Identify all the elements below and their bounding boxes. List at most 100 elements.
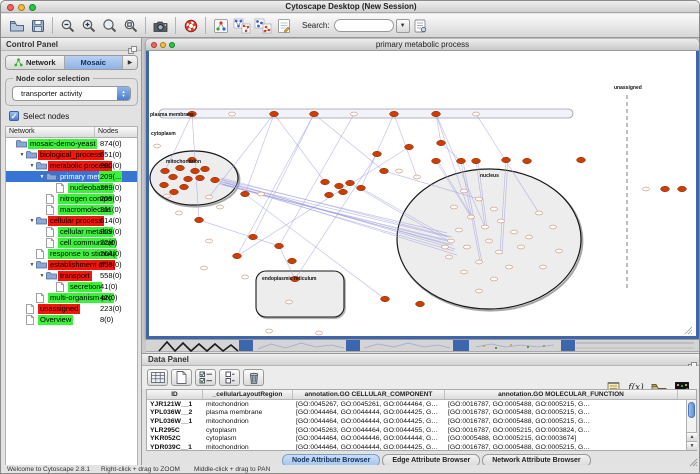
graph-node[interactable]	[678, 186, 687, 191]
graph-node-unselected[interactable]	[498, 219, 505, 223]
background-windows[interactable]	[146, 339, 699, 354]
graph-node[interactable]	[191, 168, 200, 173]
graph-node[interactable]	[373, 151, 382, 156]
table-row[interactable]: YKR052Ccytoplasm[GO:0044464, GO:0044446,…	[147, 434, 696, 443]
select-attributes-button[interactable]	[195, 369, 216, 386]
scroll-down-button[interactable]: ▼	[687, 441, 697, 450]
table-scrollbar[interactable]: ▲ ▼	[686, 400, 696, 450]
attribute-matrix-button[interactable]	[147, 369, 168, 386]
table-row[interactable]: YPL036W__1mitochondrion[GO:0044464, GO:0…	[147, 417, 696, 426]
graph-node-unselected[interactable]	[206, 195, 213, 199]
node-color-dropdown[interactable]: transporter activity ▲▼	[12, 86, 131, 101]
table-row[interactable]: YPL036W__2plasma membrane[GO:0044464, GO…	[147, 409, 696, 418]
graph-node-unselected[interactable]	[456, 228, 463, 232]
graph-node[interactable]	[270, 111, 279, 116]
delete-attribute-button[interactable]	[243, 369, 264, 386]
canvas-resize-grip[interactable]	[691, 333, 692, 334]
graph-node[interactable]	[432, 111, 441, 116]
column-header[interactable]: _cellularLayoutRegion	[203, 390, 293, 399]
graph-node-unselected[interactable]	[506, 265, 513, 269]
scrollbar-thumb[interactable]	[688, 402, 695, 418]
graph-node-unselected[interactable]	[451, 205, 458, 209]
graph-node[interactable]	[288, 258, 297, 263]
graph-node[interactable]	[346, 180, 355, 185]
graph-node[interactable]	[457, 158, 466, 163]
expand-arrow-icon[interactable]: ▼	[18, 152, 26, 158]
graph-node[interactable]	[211, 177, 220, 182]
graph-node[interactable]	[325, 192, 334, 197]
apply-vizmap-button[interactable]	[252, 16, 273, 36]
tree-row[interactable]: unassigned223(0)	[6, 303, 137, 314]
column-header[interactable]: annotation.GO MOLECULAR_FUNCTION	[445, 390, 678, 399]
graph-node-unselected[interactable]	[461, 189, 468, 193]
tree-row[interactable]: ▼cellular process614(0)	[6, 215, 137, 226]
graph-node-unselected[interactable]	[201, 266, 208, 270]
tab-scroll-button[interactable]: ▶	[123, 56, 137, 69]
graph-node[interactable]	[169, 174, 178, 179]
snapshot-button[interactable]	[150, 16, 171, 36]
tab-network[interactable]: Network	[6, 56, 65, 69]
graph-node[interactable]	[416, 301, 425, 306]
graph-node-unselected[interactable]	[414, 175, 421, 179]
graph-node-unselected[interactable]	[518, 245, 525, 249]
graph-node-unselected[interactable]	[511, 230, 518, 234]
search-dropdown-button[interactable]: ▼	[396, 19, 410, 33]
tree-column-nodes[interactable]: Nodes	[95, 127, 137, 137]
expand-arrow-icon[interactable]: ▼	[28, 218, 36, 224]
graph-node-unselected[interactable]	[464, 245, 471, 249]
graph-node[interactable]	[275, 243, 284, 248]
graph-node-unselected[interactable]	[154, 144, 161, 148]
graph-node[interactable]	[381, 296, 390, 301]
tree-row[interactable]: mosaic-demo-yeast874(0)	[6, 138, 137, 149]
tree-row[interactable]: cell communicat22(0)	[6, 237, 137, 248]
select-nodes-checkbox[interactable]: ✓	[9, 111, 19, 121]
graph-node[interactable]	[161, 168, 170, 173]
tree-row[interactable]: ▼transport558(0)	[6, 270, 137, 281]
zoom-fit-button[interactable]	[99, 16, 120, 36]
graph-node[interactable]	[339, 189, 348, 194]
graph-node[interactable]	[335, 183, 344, 188]
graph-node[interactable]	[249, 234, 258, 239]
graph-node-unselected[interactable]	[491, 207, 498, 211]
tree-row[interactable]: secretion41(0)	[6, 281, 137, 292]
graph-node-unselected[interactable]	[476, 197, 483, 201]
graph-node[interactable]	[233, 253, 242, 258]
graph-node-unselected[interactable]	[550, 225, 557, 229]
graph-node-unselected[interactable]	[176, 211, 183, 215]
tree-row[interactable]: ▼establishment of lo558(0)	[6, 259, 137, 270]
graph-node-unselected[interactable]	[476, 260, 483, 264]
scroll-up-button[interactable]: ▲	[687, 432, 697, 441]
expand-arrow-icon[interactable]: ▼	[38, 273, 46, 279]
tree-row[interactable]: cellular metabo209(0)	[6, 226, 137, 237]
graph-node-unselected[interactable]	[442, 245, 449, 249]
resize-grip[interactable]	[689, 454, 698, 472]
graph-node[interactable]	[321, 179, 330, 184]
apply-layout-button[interactable]	[231, 16, 252, 36]
graph-node[interactable]	[160, 182, 169, 187]
annotation-button[interactable]	[273, 16, 294, 36]
graph-node-unselected[interactable]	[496, 250, 503, 254]
tree-row[interactable]: ▼primary metabo209(...	[6, 171, 137, 182]
search-config-button[interactable]	[410, 16, 431, 36]
tree-row[interactable]: multi-organism pro42(0)	[6, 292, 137, 303]
graph-node-unselected[interactable]	[556, 249, 563, 253]
graph-node-unselected[interactable]	[396, 169, 403, 173]
graph-node-unselected[interactable]	[448, 239, 455, 243]
graph-node[interactable]	[523, 158, 532, 163]
zoom-selected-button[interactable]	[120, 16, 141, 36]
unselect-attributes-button[interactable]	[219, 369, 240, 386]
graph-node-unselected[interactable]	[258, 192, 265, 196]
graph-node-unselected[interactable]	[476, 289, 483, 293]
table-row[interactable]: YLR295Ccytoplasm[GO:0045263, GO:0044464,…	[147, 426, 696, 435]
graph-node-unselected[interactable]	[229, 112, 236, 116]
search-input[interactable]	[334, 19, 394, 32]
graph-node-unselected[interactable]	[461, 270, 468, 274]
graph-node[interactable]	[502, 157, 511, 162]
graph-node[interactable]	[432, 158, 441, 163]
tree-row[interactable]: macromolecule311(0)	[6, 204, 137, 215]
graph-node-unselected[interactable]	[351, 112, 358, 116]
graph-node-unselected[interactable]	[491, 277, 498, 281]
graph-node-unselected[interactable]	[266, 329, 273, 333]
expand-arrow-icon[interactable]: ▼	[38, 174, 46, 180]
graph-node-unselected[interactable]	[536, 211, 543, 215]
